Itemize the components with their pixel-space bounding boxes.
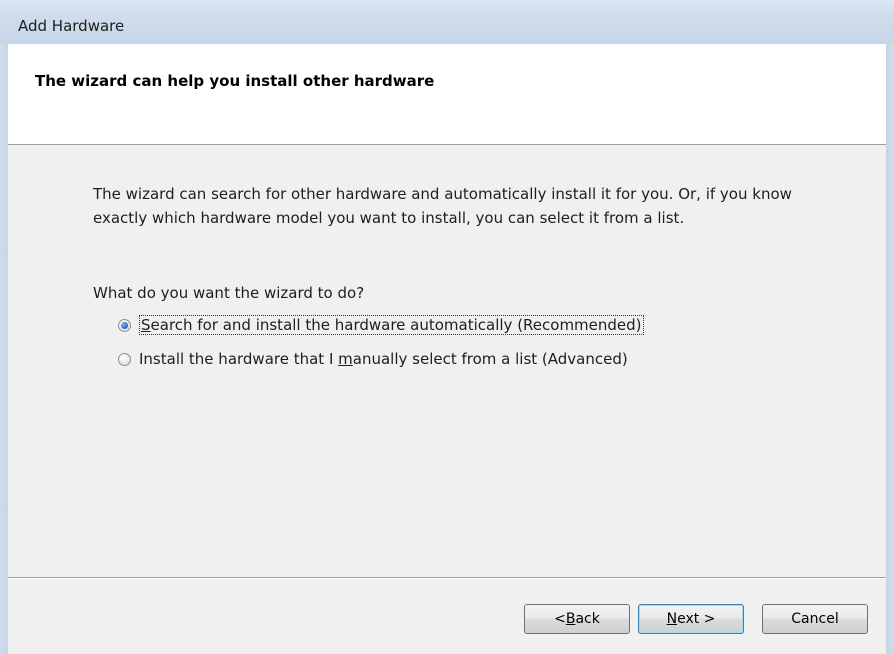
wizard-client-area: The wizard can help you install other ha…: [8, 44, 886, 654]
option-manual-select-label[interactable]: Install the hardware that I manually sel…: [139, 350, 628, 368]
window-frame-right: [886, 44, 894, 654]
access-key-s: S: [141, 316, 151, 334]
add-hardware-window: Add Hardware The wizard can help you ins…: [0, 0, 894, 654]
cancel-button[interactable]: Cancel: [762, 604, 868, 634]
radio-search-automatically[interactable]: [118, 318, 131, 332]
wizard-description: The wizard can search for other hardware…: [93, 185, 792, 227]
footer-separator: [8, 577, 886, 579]
window-title: Add Hardware: [18, 17, 125, 35]
next-button[interactable]: Next >: [638, 604, 744, 634]
window-frame-left: [0, 44, 8, 654]
access-key-b: B: [565, 611, 576, 627]
access-key-n: N: [666, 611, 678, 627]
back-button[interactable]: < Back: [524, 604, 630, 634]
access-key-m: m: [338, 350, 353, 368]
option-manual-select[interactable]: Install the hardware that I manually sel…: [118, 348, 628, 370]
wizard-header: The wizard can help you install other ha…: [8, 44, 886, 145]
option-search-automatically[interactable]: Search for and install the hardware auto…: [118, 314, 644, 336]
title-bar[interactable]: Add Hardware: [0, 0, 894, 45]
radio-manual-select[interactable]: [118, 352, 131, 366]
page-heading: The wizard can help you install other ha…: [35, 72, 435, 90]
wizard-question: What do you want the wizard to do?: [93, 284, 365, 302]
option-search-automatically-label[interactable]: Search for and install the hardware auto…: [139, 315, 644, 335]
